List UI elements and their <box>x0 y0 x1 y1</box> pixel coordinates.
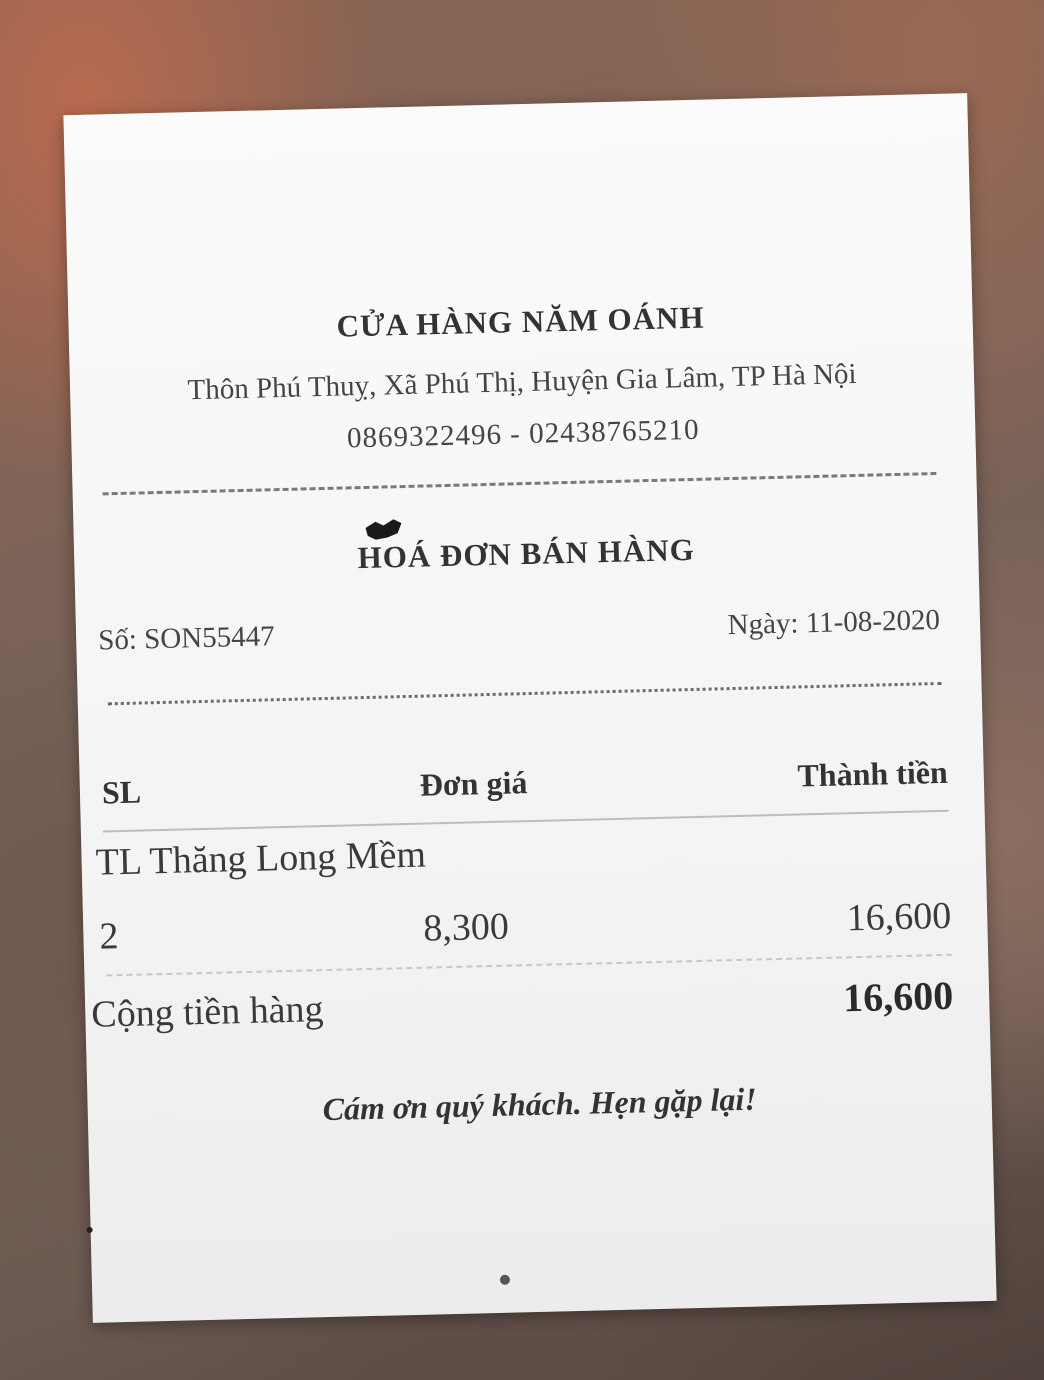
invoice-title: HOÁ ĐƠN BÁN HÀNG <box>357 531 696 576</box>
paper-speck <box>86 1226 93 1233</box>
paper-speck <box>499 1274 511 1285</box>
item-unit-price: 8,300 <box>422 905 510 950</box>
subtotal-value: 16,600 <box>842 972 954 1021</box>
column-header-amount: Thành tiền <box>797 753 949 794</box>
item-name: TL Thăng Long Mềm <box>95 833 427 884</box>
invoice-date: Ngày: 11-08-2020 <box>727 603 941 642</box>
store-address: Thôn Phú Thuỵ, Xã Phú Thị, Huyện Gia Lâm… <box>187 357 857 407</box>
divider-dotted <box>107 681 942 706</box>
store-phone: 0869322496 - 02438765210 <box>346 413 700 455</box>
item-qty: 2 <box>98 915 119 958</box>
subtotal-label: Cộng tiền hàng <box>90 988 325 1036</box>
column-header-unit-price: Đơn giá <box>419 764 528 803</box>
column-header-qty: SL <box>101 773 142 811</box>
invoice-number: Số: SON55447 <box>97 620 276 657</box>
thank-you-message: Cám ơn quý khách. Hẹn gặp lại! <box>322 1080 758 1128</box>
items-rule <box>106 953 953 977</box>
item-amount: 16,600 <box>846 894 952 940</box>
store-name: CỬA HÀNG NĂM OÁNH <box>336 299 705 344</box>
receipt-paper: CỬA HÀNG NĂM OÁNH Thôn Phú Thuỵ, Xã Phú … <box>63 93 997 1323</box>
header-rule <box>102 809 949 833</box>
divider-dashed <box>102 472 937 496</box>
